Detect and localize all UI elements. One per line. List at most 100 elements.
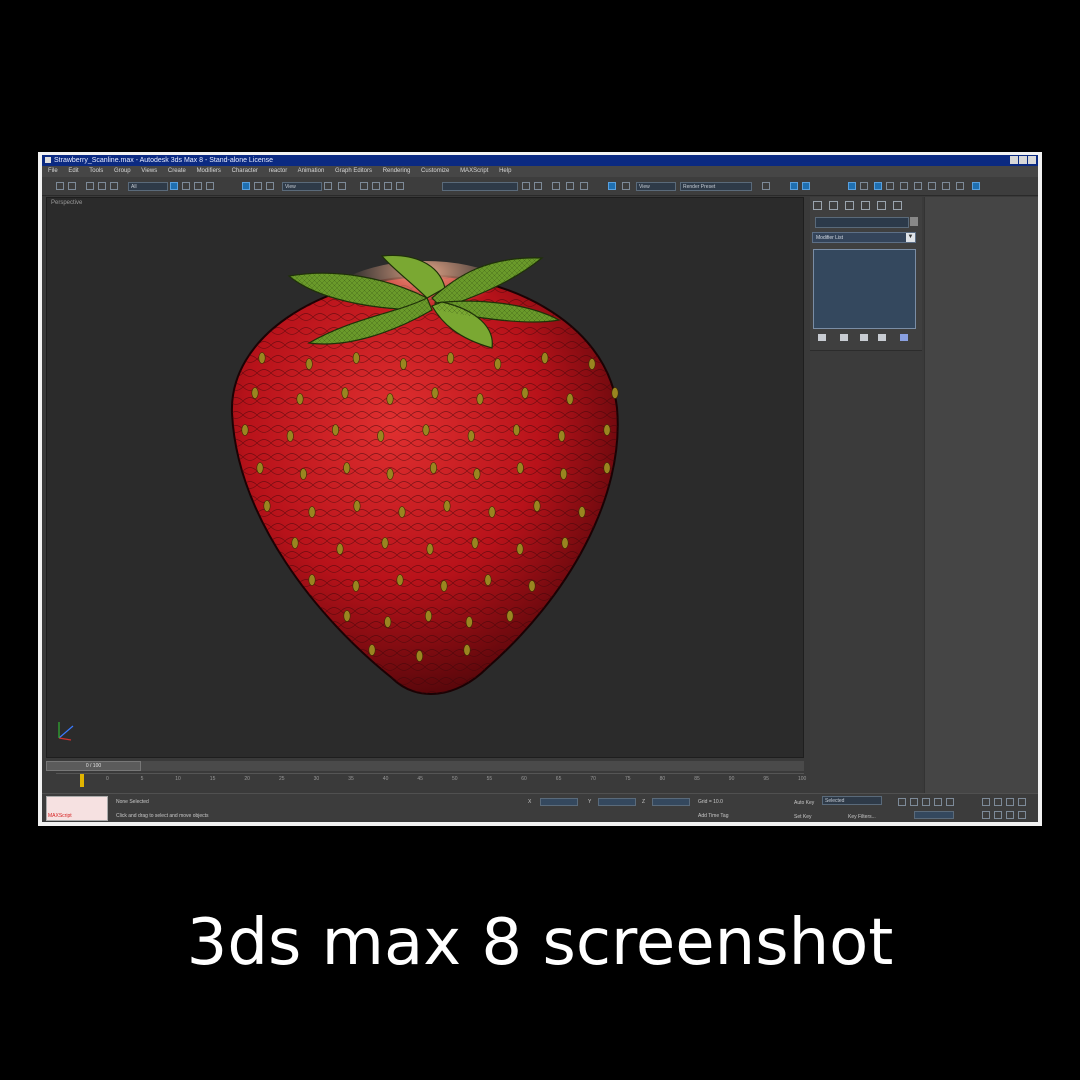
reactor-dashpot-icon[interactable] xyxy=(928,182,936,190)
hierarchy-tab-icon[interactable] xyxy=(845,201,854,210)
menu-customize[interactable]: Customize xyxy=(421,168,449,174)
time-slider-thumb[interactable]: 0 / 100 xyxy=(46,761,141,771)
align-icon[interactable] xyxy=(534,182,542,190)
menu-character[interactable]: Character xyxy=(232,168,258,174)
menu-modifiers[interactable]: Modifiers xyxy=(197,168,221,174)
go-to-end-icon[interactable] xyxy=(946,798,954,806)
menu-tools[interactable]: Tools xyxy=(89,168,103,174)
set-key-button[interactable]: Set Key xyxy=(794,814,812,820)
reactor-cloth-icon[interactable] xyxy=(860,182,868,190)
material-editor-icon[interactable] xyxy=(608,182,616,190)
percent-snap-icon[interactable] xyxy=(384,182,392,190)
reactor-motor-icon[interactable] xyxy=(942,182,950,190)
add-time-tag-button[interactable]: Add Time Tag xyxy=(698,813,728,819)
track-bar[interactable]: 0 5 10 15 20 25 30 35 40 45 50 55 60 65 70 75 80 85 90 95 10… xyxy=(56,773,806,788)
redo-icon[interactable] xyxy=(68,182,76,190)
menu-help[interactable]: Help xyxy=(499,168,511,174)
render-preset-dropdown[interactable]: Render Preset xyxy=(680,182,752,191)
schematic-view-icon[interactable] xyxy=(580,182,588,190)
bind-space-warp-icon[interactable] xyxy=(110,182,118,190)
reactor-rigid-body-icon[interactable] xyxy=(848,182,856,190)
reactor-rope-icon[interactable] xyxy=(886,182,894,190)
curve-editor-icon[interactable] xyxy=(566,182,574,190)
play-icon[interactable] xyxy=(922,798,930,806)
menu-animation[interactable]: Animation xyxy=(298,168,325,174)
utilities-tab-icon[interactable] xyxy=(893,201,902,210)
menu-views[interactable]: Views xyxy=(141,168,157,174)
reactor-preview-icon[interactable] xyxy=(972,182,980,190)
select-object-icon[interactable] xyxy=(170,182,178,190)
object-color-swatch[interactable] xyxy=(910,217,918,226)
select-move-icon[interactable] xyxy=(242,182,250,190)
snap-toggle-icon[interactable] xyxy=(360,182,368,190)
create-tab-icon[interactable] xyxy=(813,201,822,210)
modifier-list-dropdown[interactable]: Modifier List ▼ xyxy=(812,232,916,243)
motion-tab-icon[interactable] xyxy=(861,201,870,210)
named-selection-set-field[interactable] xyxy=(442,182,518,191)
selected-dropdown[interactable]: Selected xyxy=(822,796,882,805)
render-scene-icon[interactable] xyxy=(622,182,630,190)
selection-filter-dropdown[interactable]: All xyxy=(128,182,168,191)
display-tab-icon[interactable] xyxy=(877,201,886,210)
y-coordinate-field[interactable] xyxy=(598,798,636,806)
minimize-icon[interactable] xyxy=(1010,156,1018,164)
layer-manager-icon[interactable] xyxy=(552,182,560,190)
zoom-extents-icon[interactable] xyxy=(1006,798,1014,806)
reactor-wind-icon[interactable] xyxy=(956,182,964,190)
object-name-field[interactable] xyxy=(815,217,909,228)
window-crossing-icon[interactable] xyxy=(206,182,214,190)
reactor-spring-icon[interactable] xyxy=(914,182,922,190)
region-select-icon[interactable] xyxy=(194,182,202,190)
perspective-viewport[interactable]: Perspective xyxy=(46,197,804,758)
time-slider[interactable]: 0 / 100 xyxy=(46,761,804,771)
menu-reactor[interactable]: reactor xyxy=(269,168,288,174)
current-frame-field[interactable] xyxy=(914,811,954,819)
menu-group[interactable]: Group xyxy=(114,168,131,174)
title-bar[interactable]: Strawberry_Scanline.max - Autodesk 3ds M… xyxy=(42,155,1038,166)
unlink-icon[interactable] xyxy=(98,182,106,190)
arc-rotate-icon[interactable] xyxy=(1006,811,1014,819)
pin-stack-icon[interactable] xyxy=(818,334,826,341)
select-manipulate-icon[interactable] xyxy=(338,182,346,190)
menu-maxscript[interactable]: MAXScript xyxy=(460,168,488,174)
zoom-all-icon[interactable] xyxy=(994,798,1002,806)
render-type-dropdown[interactable]: View xyxy=(636,182,676,191)
auto-key-button[interactable]: Auto Key xyxy=(794,800,814,806)
mirror-icon[interactable] xyxy=(522,182,530,190)
select-rotate-icon[interactable] xyxy=(254,182,262,190)
chevron-down-icon[interactable]: ▼ xyxy=(906,233,915,242)
z-coordinate-field[interactable] xyxy=(652,798,690,806)
make-unique-icon[interactable] xyxy=(860,334,868,341)
select-by-name-icon[interactable] xyxy=(182,182,190,190)
maxscript-listener[interactable]: MAXScript xyxy=(46,796,108,821)
previous-frame-icon[interactable] xyxy=(910,798,918,806)
zoom-extents-all-icon[interactable] xyxy=(1018,798,1026,806)
select-link-icon[interactable] xyxy=(86,182,94,190)
menu-create[interactable]: Create xyxy=(168,168,186,174)
close-icon[interactable] xyxy=(1028,156,1036,164)
next-frame-icon[interactable] xyxy=(934,798,942,806)
zoom-icon[interactable] xyxy=(982,798,990,806)
select-scale-icon[interactable] xyxy=(266,182,274,190)
remove-modifier-icon[interactable] xyxy=(878,334,886,341)
maximize-icon[interactable] xyxy=(1019,156,1027,164)
reactor-plane-icon[interactable] xyxy=(900,182,908,190)
go-to-start-icon[interactable] xyxy=(898,798,906,806)
key-marker[interactable] xyxy=(80,774,84,787)
menu-file[interactable]: File xyxy=(48,168,58,174)
menu-rendering[interactable]: Rendering xyxy=(383,168,411,174)
undo-icon[interactable] xyxy=(56,182,64,190)
show-end-result-icon[interactable] xyxy=(840,334,848,341)
maximize-viewport-icon[interactable] xyxy=(1018,811,1026,819)
configure-modifier-sets-icon[interactable] xyxy=(900,334,908,341)
menu-graph-editors[interactable]: Graph Editors xyxy=(335,168,372,174)
reactor-icon[interactable] xyxy=(790,182,798,190)
reference-coordinate-dropdown[interactable]: View xyxy=(282,182,322,191)
key-filters-button[interactable]: Key Filters... xyxy=(848,814,876,820)
modify-tab-icon[interactable] xyxy=(829,201,838,210)
angle-snap-icon[interactable] xyxy=(372,182,380,190)
reactor-collection-icon[interactable] xyxy=(802,182,810,190)
spinner-snap-icon[interactable] xyxy=(396,182,404,190)
pivot-center-icon[interactable] xyxy=(324,182,332,190)
quick-render-icon[interactable] xyxy=(762,182,770,190)
